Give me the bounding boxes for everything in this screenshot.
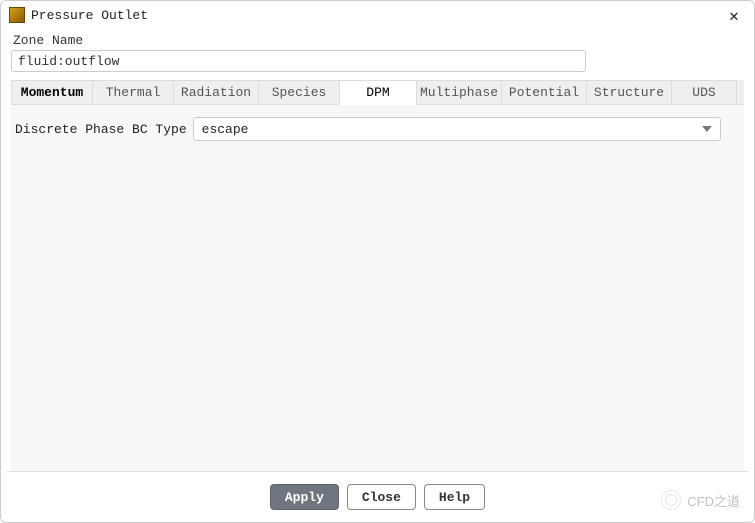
discrete-phase-bc-value: escape	[202, 122, 702, 137]
pressure-outlet-dialog: Pressure Outlet ✕ Zone Name Momentum The…	[0, 0, 755, 523]
tab-uds[interactable]: UDS	[671, 80, 737, 104]
discrete-phase-bc-row: Discrete Phase BC Type escape	[15, 117, 734, 141]
zone-name-input[interactable]	[11, 50, 586, 72]
chevron-down-icon	[702, 126, 712, 132]
close-icon[interactable]: ✕	[724, 6, 744, 25]
tab-species[interactable]: Species	[258, 80, 340, 104]
tab-momentum[interactable]: Momentum	[11, 80, 93, 104]
apply-button[interactable]: Apply	[270, 484, 339, 510]
tab-panel-dpm: Discrete Phase BC Type escape	[11, 105, 744, 471]
help-button[interactable]: Help	[424, 484, 485, 510]
content-area: Zone Name Momentum Thermal Radiation Spe…	[1, 29, 754, 471]
tabs-bar: Momentum Thermal Radiation Species DPM M…	[11, 80, 744, 105]
titlebar: Pressure Outlet ✕	[1, 1, 754, 29]
footer: Apply Close Help CFD之道	[1, 472, 754, 522]
window-title: Pressure Outlet	[31, 8, 724, 23]
tab-thermal[interactable]: Thermal	[92, 80, 174, 104]
tab-dpm[interactable]: DPM	[339, 80, 417, 105]
watermark: CFD之道	[661, 490, 740, 510]
tab-structure[interactable]: Structure	[586, 80, 672, 104]
watermark-text: CFD之道	[687, 491, 740, 510]
discrete-phase-bc-dropdown[interactable]: escape	[193, 117, 721, 141]
close-button[interactable]: Close	[347, 484, 416, 510]
watermark-icon	[661, 490, 681, 510]
tab-multiphase[interactable]: Multiphase	[416, 80, 502, 104]
discrete-phase-bc-label: Discrete Phase BC Type	[15, 122, 187, 137]
tab-potential[interactable]: Potential	[501, 80, 587, 104]
app-icon	[9, 7, 25, 23]
zone-name-label: Zone Name	[13, 33, 744, 48]
tab-radiation[interactable]: Radiation	[173, 80, 259, 104]
